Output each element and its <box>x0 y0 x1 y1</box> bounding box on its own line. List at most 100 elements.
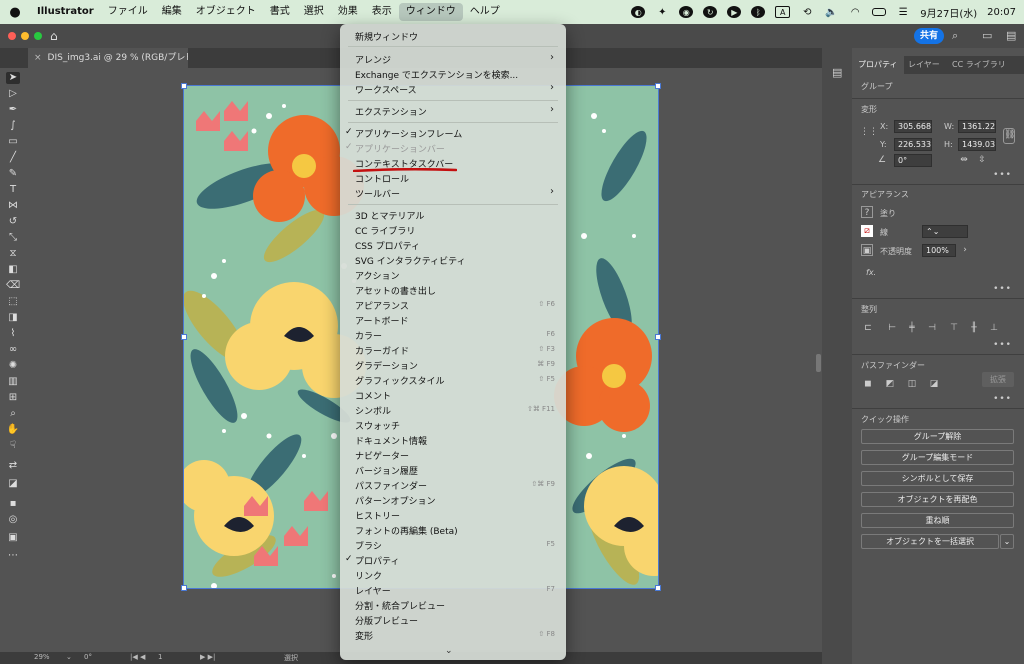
exclude-icon[interactable]: ◪ <box>928 378 940 390</box>
menu-item-gradient[interactable]: グラデーション ⌘ F9 <box>340 357 566 372</box>
menu-item-pattern-options[interactable]: パターンオプション <box>340 492 566 507</box>
align-to-icon[interactable]: ⊏ <box>862 322 874 334</box>
width-tool-icon[interactable]: ⋈ <box>6 200 20 212</box>
appearance-more-options[interactable]: ••• <box>993 284 1012 294</box>
menu-item-workspace[interactable]: ワークスペース › <box>340 81 566 96</box>
menu-item-retype-beta[interactable]: フォントの再編集 (Beta) <box>340 522 566 537</box>
menu-item-find-extensions[interactable]: Exchange でエクステンションを検索... <box>340 66 566 81</box>
stroke-swatch-icon[interactable]: ⧄ <box>861 225 873 237</box>
menu-item-toolbars[interactable]: ツールバー › <box>340 185 566 200</box>
menu-window[interactable]: ウィンドウ <box>398 3 463 21</box>
bluetooth-icon[interactable]: ᛒ <box>751 6 766 18</box>
share-button[interactable]: 共有 <box>914 28 944 44</box>
menu-item-application-frame[interactable]: ✓ アプリケーションフレーム <box>340 125 566 140</box>
menu-item-actions[interactable]: アクション <box>340 267 566 282</box>
tab-cc-libraries[interactable]: CC ライブラリ <box>946 56 1012 74</box>
menu-item-svg-interactivity[interactable]: SVG インタラクティビティ <box>340 252 566 267</box>
menu-view[interactable]: 表示 <box>365 0 399 24</box>
menu-edit[interactable]: 編集 <box>155 0 189 24</box>
constrain-proportions-icon[interactable]: ⛓ <box>1003 128 1015 144</box>
fill-swatch-icon[interactable]: ? <box>861 206 873 218</box>
curvature-tool-icon[interactable]: ∫ <box>6 120 20 132</box>
input-source-icon[interactable]: A <box>775 6 791 18</box>
paintbrush-tool-icon[interactable]: ✎ <box>6 168 20 180</box>
align-center-h-icon[interactable]: ╪ <box>906 322 918 334</box>
eyedropper-tool-icon[interactable]: ⌇ <box>6 328 20 340</box>
battery-icon[interactable] <box>872 8 887 16</box>
w-field[interactable]: 1361.22 <box>958 120 996 133</box>
align-left-icon[interactable]: ⊢ <box>886 322 898 334</box>
symbol-sprayer-tool-icon[interactable]: ✺ <box>6 360 20 372</box>
scroll-down-chevron-icon[interactable]: ⌄ <box>445 646 453 656</box>
menu-help[interactable]: ヘルプ <box>463 0 507 24</box>
bird-icon[interactable]: ✦ <box>655 6 669 18</box>
close-tab-icon[interactable]: × <box>34 53 42 63</box>
fx-button[interactable]: fx. <box>866 268 876 277</box>
reflect-tool-icon[interactable]: ⧖ <box>6 248 20 260</box>
arrange-button[interactable]: 重ね順 <box>861 513 1014 528</box>
menu-item-flattener-preview[interactable]: 分割・統合プレビュー <box>340 597 566 612</box>
fill-stroke-icon[interactable]: ◪ <box>6 478 20 490</box>
zoom-tool-icon[interactable]: ⌕ <box>6 408 20 420</box>
menu-app-name[interactable]: Illustrator <box>30 0 101 24</box>
menu-item-symbols[interactable]: シンボル ⇧⌘ F11 <box>340 402 566 417</box>
menu-item-control[interactable]: コントロール <box>340 170 566 185</box>
unite-icon[interactable]: ◼ <box>862 378 874 390</box>
menu-item-cc-libraries[interactable]: CC ライブラリ <box>340 222 566 237</box>
artboard-tool-icon[interactable]: ⊞ <box>6 392 20 404</box>
artboard-nav-prev-icon[interactable]: |◀ ◀ <box>130 653 145 661</box>
line-tool-icon[interactable]: ╱ <box>6 152 20 164</box>
creative-cloud-icon[interactable]: ◐ <box>631 6 646 18</box>
recolor-button[interactable]: オブジェクトを再配色 <box>861 492 1014 507</box>
menu-item-extensions[interactable]: エクステンション › <box>340 103 566 118</box>
menu-file[interactable]: ファイル <box>101 0 155 24</box>
pathfinder-more-options[interactable]: ••• <box>993 394 1012 404</box>
align-more-options[interactable]: ••• <box>993 340 1012 350</box>
menu-item-css-properties[interactable]: CSS プロパティ <box>340 237 566 252</box>
handle-top-left[interactable] <box>181 83 187 89</box>
home-icon[interactable]: ⌂ <box>50 29 64 43</box>
menu-item-navigator[interactable]: ナビゲーター <box>340 447 566 462</box>
volume-icon[interactable]: 🔈 <box>824 6 838 18</box>
handle-top-right[interactable] <box>655 83 661 89</box>
menu-item-3d-materials[interactable]: 3D とマテリアル <box>340 207 566 222</box>
ungroup-button[interactable]: グループ解除 <box>861 429 1014 444</box>
pen-tool-icon[interactable]: ✒ <box>6 104 20 116</box>
shape-builder-tool-icon[interactable]: ◧ <box>6 264 20 276</box>
expand-button[interactable]: 拡張 <box>982 372 1014 387</box>
wifi-icon[interactable]: ◠ <box>848 6 862 18</box>
eye-icon[interactable]: ◉ <box>679 6 694 18</box>
zoom-dropdown-icon[interactable]: ⌄ <box>66 653 72 661</box>
zoom-window-button[interactable] <box>34 32 42 40</box>
tab-properties[interactable]: プロパティ <box>852 56 904 74</box>
close-window-button[interactable] <box>8 32 16 40</box>
search-icon[interactable]: ⌕ <box>952 29 958 43</box>
rotate-tool-icon[interactable]: ↺ <box>6 216 20 228</box>
arrange-documents-icon[interactable]: ▤ <box>1006 29 1016 42</box>
menu-item-new-window[interactable]: 新規ウィンドウ <box>340 28 566 43</box>
apple-icon[interactable]: ● <box>0 5 30 20</box>
transform-more-options[interactable]: ••• <box>993 170 1012 180</box>
menu-item-links[interactable]: リンク <box>340 567 566 582</box>
h-field[interactable]: 1439.03 <box>958 138 996 151</box>
select-similar-dropdown-icon[interactable]: ⌄ <box>1000 534 1014 549</box>
comments-icon[interactable]: ▤ <box>832 66 842 79</box>
graph-tool-icon[interactable]: ▥ <box>6 376 20 388</box>
menu-item-asset-export[interactable]: アセットの書き出し <box>340 282 566 297</box>
scale-tool-icon[interactable]: ⤡ <box>6 232 20 244</box>
flip-horizontal-icon[interactable]: ⇹ <box>958 154 970 166</box>
minimize-window-button[interactable] <box>21 32 29 40</box>
menu-item-brushes[interactable]: ブラシ F5 <box>340 537 566 552</box>
gradient-tool-icon[interactable]: ◨ <box>6 312 20 324</box>
menu-item-transform[interactable]: 変形 ⇧ F8 <box>340 627 566 642</box>
intersect-icon[interactable]: ◫ <box>906 378 918 390</box>
menu-item-color-guide[interactable]: カラーガイド ⇧ F3 <box>340 342 566 357</box>
rotate-field[interactable]: 0° <box>894 154 932 167</box>
menu-object[interactable]: オブジェクト <box>189 0 263 24</box>
hand-tool-icon[interactable]: ✋ <box>6 424 20 436</box>
print-tiling-tool-icon[interactable]: ☟ <box>6 440 20 452</box>
menu-effect[interactable]: 効果 <box>331 0 365 24</box>
menu-item-layers[interactable]: レイヤー F7 <box>340 582 566 597</box>
align-top-icon[interactable]: ⊤ <box>948 322 960 334</box>
menubar-date[interactable]: 9月27日(水) <box>920 5 977 20</box>
